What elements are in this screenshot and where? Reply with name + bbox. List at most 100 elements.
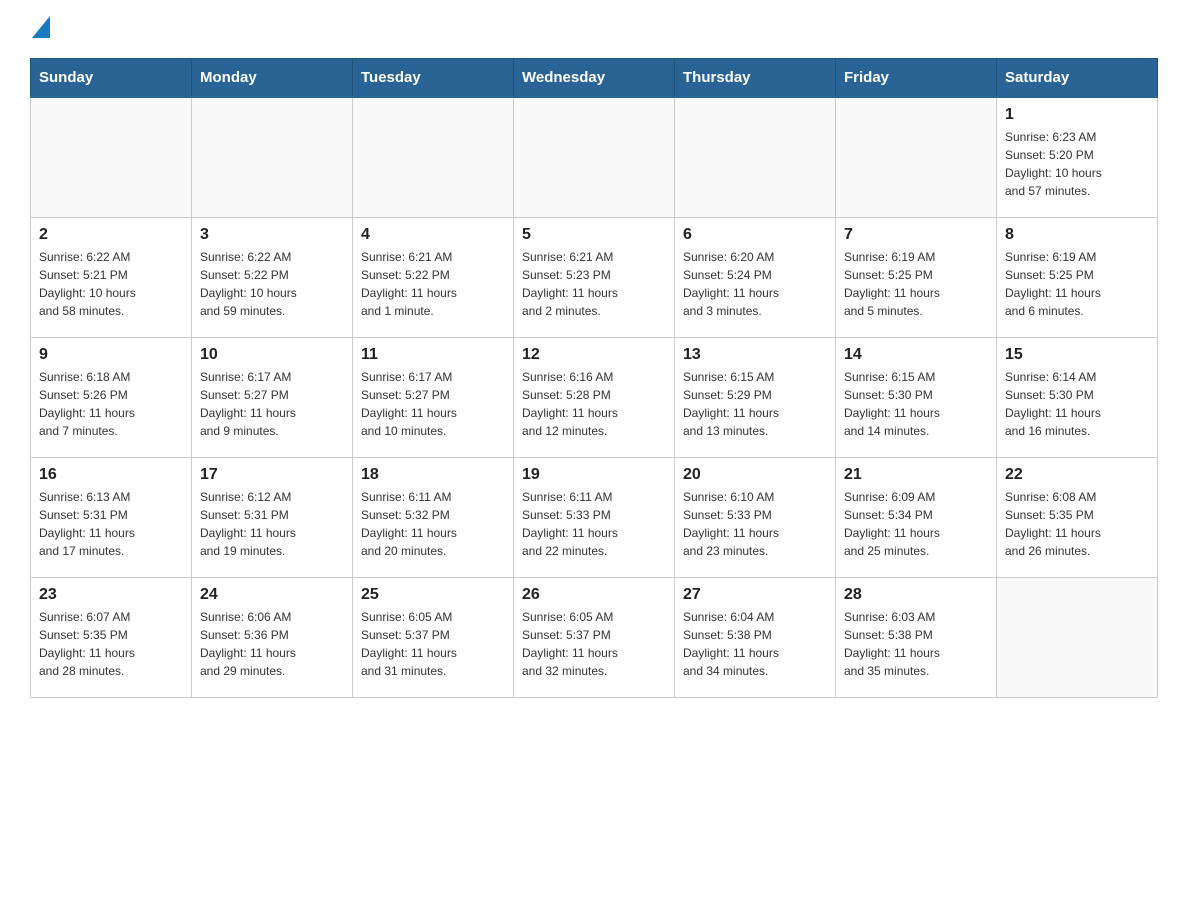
day-number: 17	[200, 466, 344, 484]
day-info: Sunrise: 6:10 AM Sunset: 5:33 PM Dayligh…	[683, 488, 827, 560]
calendar-cell: 2 Sunrise: 6:22 AM Sunset: 5:21 PM Daylig…	[31, 217, 192, 337]
calendar-day-header: Monday	[192, 59, 353, 98]
day-info: Sunrise: 6:19 AM Sunset: 5:25 PM Dayligh…	[1005, 248, 1149, 320]
day-number: 16	[39, 466, 183, 484]
calendar-day-header: Thursday	[675, 59, 836, 98]
calendar-cell: 20 Sunrise: 6:10 AM Sunset: 5:33 PM Dayli…	[675, 457, 836, 577]
calendar-table: SundayMondayTuesdayWednesdayThursdayFrid…	[30, 58, 1158, 698]
day-number: 2	[39, 226, 183, 244]
logo-triangle-icon	[32, 16, 50, 38]
day-number: 28	[844, 586, 988, 604]
calendar-cell: 14 Sunrise: 6:15 AM Sunset: 5:30 PM Dayli…	[836, 337, 997, 457]
day-info: Sunrise: 6:12 AM Sunset: 5:31 PM Dayligh…	[200, 488, 344, 560]
calendar-cell: 25Sunrise: 6:05 AM Sunset: 5:37 PM Dayli…	[353, 577, 514, 697]
calendar-cell	[192, 97, 353, 217]
calendar-cell: 4Sunrise: 6:21 AM Sunset: 5:22 PM Daylig…	[353, 217, 514, 337]
day-number: 23	[39, 586, 183, 604]
day-info: Sunrise: 6:05 AM Sunset: 5:37 PM Dayligh…	[522, 608, 666, 680]
calendar-cell: 12 Sunrise: 6:16 AM Sunset: 5:28 PM Dayli…	[514, 337, 675, 457]
day-number: 10	[200, 346, 344, 364]
day-number: 9	[39, 346, 183, 364]
calendar-cell: 21 Sunrise: 6:09 AM Sunset: 5:34 PM Dayli…	[836, 457, 997, 577]
day-number: 6	[683, 226, 827, 244]
day-info: Sunrise: 6:03 AM Sunset: 5:38 PM Dayligh…	[844, 608, 988, 680]
page-header	[30, 20, 1158, 38]
day-info: Sunrise: 6:13 AM Sunset: 5:31 PM Dayligh…	[39, 488, 183, 560]
day-info: Sunrise: 6:22 AM Sunset: 5:22 PM Dayligh…	[200, 248, 344, 320]
day-number: 19	[522, 466, 666, 484]
calendar-cell	[997, 577, 1158, 697]
calendar-cell: 3 Sunrise: 6:22 AM Sunset: 5:22 PM Daylig…	[192, 217, 353, 337]
calendar-cell: 1Sunrise: 6:23 AM Sunset: 5:20 PM Daylig…	[997, 97, 1158, 217]
day-number: 21	[844, 466, 988, 484]
calendar-day-header: Friday	[836, 59, 997, 98]
calendar-week-row: 16 Sunrise: 6:13 AM Sunset: 5:31 PM Dayli…	[31, 457, 1158, 577]
day-number: 3	[200, 226, 344, 244]
day-info: Sunrise: 6:21 AM Sunset: 5:22 PM Dayligh…	[361, 248, 505, 320]
day-number: 7	[844, 226, 988, 244]
day-info: Sunrise: 6:11 AM Sunset: 5:32 PM Dayligh…	[361, 488, 505, 560]
calendar-cell: 6 Sunrise: 6:20 AM Sunset: 5:24 PM Daylig…	[675, 217, 836, 337]
calendar-cell: 11 Sunrise: 6:17 AM Sunset: 5:27 PM Dayli…	[353, 337, 514, 457]
day-info: Sunrise: 6:21 AM Sunset: 5:23 PM Dayligh…	[522, 248, 666, 320]
calendar-header-row: SundayMondayTuesdayWednesdayThursdayFrid…	[31, 59, 1158, 98]
calendar-cell: 8 Sunrise: 6:19 AM Sunset: 5:25 PM Daylig…	[997, 217, 1158, 337]
calendar-day-header: Sunday	[31, 59, 192, 98]
day-number: 5	[522, 226, 666, 244]
day-info: Sunrise: 6:04 AM Sunset: 5:38 PM Dayligh…	[683, 608, 827, 680]
calendar-cell: 26 Sunrise: 6:05 AM Sunset: 5:37 PM Dayli…	[514, 577, 675, 697]
day-number: 8	[1005, 226, 1149, 244]
calendar-week-row: 23Sunrise: 6:07 AM Sunset: 5:35 PM Dayli…	[31, 577, 1158, 697]
calendar-cell: 5 Sunrise: 6:21 AM Sunset: 5:23 PM Daylig…	[514, 217, 675, 337]
day-info: Sunrise: 6:06 AM Sunset: 5:36 PM Dayligh…	[200, 608, 344, 680]
calendar-week-row: 9 Sunrise: 6:18 AM Sunset: 5:26 PM Daylig…	[31, 337, 1158, 457]
calendar-cell: 19 Sunrise: 6:11 AM Sunset: 5:33 PM Dayli…	[514, 457, 675, 577]
calendar-cell: 22 Sunrise: 6:08 AM Sunset: 5:35 PM Dayli…	[997, 457, 1158, 577]
calendar-cell	[675, 97, 836, 217]
day-info: Sunrise: 6:09 AM Sunset: 5:34 PM Dayligh…	[844, 488, 988, 560]
calendar-cell: 28 Sunrise: 6:03 AM Sunset: 5:38 PM Dayli…	[836, 577, 997, 697]
calendar-cell	[514, 97, 675, 217]
day-info: Sunrise: 6:14 AM Sunset: 5:30 PM Dayligh…	[1005, 368, 1149, 440]
day-info: Sunrise: 6:18 AM Sunset: 5:26 PM Dayligh…	[39, 368, 183, 440]
day-number: 13	[683, 346, 827, 364]
day-number: 1	[1005, 106, 1149, 124]
day-number: 24	[200, 586, 344, 604]
logo	[30, 20, 50, 38]
day-info: Sunrise: 6:08 AM Sunset: 5:35 PM Dayligh…	[1005, 488, 1149, 560]
calendar-cell: 17 Sunrise: 6:12 AM Sunset: 5:31 PM Dayli…	[192, 457, 353, 577]
calendar-cell: 27 Sunrise: 6:04 AM Sunset: 5:38 PM Dayli…	[675, 577, 836, 697]
day-info: Sunrise: 6:19 AM Sunset: 5:25 PM Dayligh…	[844, 248, 988, 320]
day-info: Sunrise: 6:20 AM Sunset: 5:24 PM Dayligh…	[683, 248, 827, 320]
calendar-week-row: 2 Sunrise: 6:22 AM Sunset: 5:21 PM Daylig…	[31, 217, 1158, 337]
calendar-cell: 9 Sunrise: 6:18 AM Sunset: 5:26 PM Daylig…	[31, 337, 192, 457]
calendar-day-header: Tuesday	[353, 59, 514, 98]
day-info: Sunrise: 6:11 AM Sunset: 5:33 PM Dayligh…	[522, 488, 666, 560]
day-info: Sunrise: 6:17 AM Sunset: 5:27 PM Dayligh…	[361, 368, 505, 440]
calendar-week-row: 1Sunrise: 6:23 AM Sunset: 5:20 PM Daylig…	[31, 97, 1158, 217]
day-number: 14	[844, 346, 988, 364]
calendar-cell: 18 Sunrise: 6:11 AM Sunset: 5:32 PM Dayli…	[353, 457, 514, 577]
day-number: 20	[683, 466, 827, 484]
day-info: Sunrise: 6:15 AM Sunset: 5:30 PM Dayligh…	[844, 368, 988, 440]
day-number: 25	[361, 586, 505, 604]
day-number: 27	[683, 586, 827, 604]
calendar-cell: 15 Sunrise: 6:14 AM Sunset: 5:30 PM Dayli…	[997, 337, 1158, 457]
day-number: 26	[522, 586, 666, 604]
calendar-day-header: Saturday	[997, 59, 1158, 98]
day-number: 22	[1005, 466, 1149, 484]
day-info: Sunrise: 6:22 AM Sunset: 5:21 PM Dayligh…	[39, 248, 183, 320]
calendar-cell: 13Sunrise: 6:15 AM Sunset: 5:29 PM Dayli…	[675, 337, 836, 457]
day-info: Sunrise: 6:16 AM Sunset: 5:28 PM Dayligh…	[522, 368, 666, 440]
calendar-cell	[836, 97, 997, 217]
calendar-cell: 10 Sunrise: 6:17 AM Sunset: 5:27 PM Dayli…	[192, 337, 353, 457]
day-number: 15	[1005, 346, 1149, 364]
calendar-cell: 16 Sunrise: 6:13 AM Sunset: 5:31 PM Dayli…	[31, 457, 192, 577]
day-number: 12	[522, 346, 666, 364]
calendar-cell	[353, 97, 514, 217]
day-info: Sunrise: 6:17 AM Sunset: 5:27 PM Dayligh…	[200, 368, 344, 440]
day-number: 11	[361, 346, 505, 364]
day-number: 18	[361, 466, 505, 484]
calendar-cell	[31, 97, 192, 217]
calendar-cell: 23Sunrise: 6:07 AM Sunset: 5:35 PM Dayli…	[31, 577, 192, 697]
